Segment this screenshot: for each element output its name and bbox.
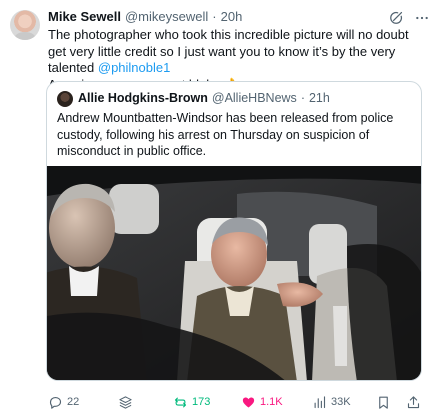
quoted-author-handle[interactable]: @AllieHBNews	[212, 91, 297, 105]
quoted-text: Andrew Mountbatten-Windsor has been rele…	[57, 111, 394, 158]
share-icon	[407, 395, 420, 408]
views-icon	[314, 395, 326, 408]
author-name[interactable]: Mike Sewell	[48, 9, 121, 24]
bookmark-icon	[379, 396, 388, 409]
grok-button[interactable]	[118, 393, 133, 411]
action-bar: 22 173 1.1K 33K	[48, 393, 430, 411]
bookmark-button[interactable]	[376, 393, 391, 411]
quoted-tweet[interactable]: Allie Hodgkins-Brown @AllieHBNews · 21h …	[46, 81, 422, 381]
reply-button[interactable]: 22	[48, 393, 79, 411]
like-button[interactable]: 1.1K	[241, 393, 283, 411]
mention-link[interactable]: @philnoble1	[98, 60, 170, 75]
views-count: 33K	[331, 396, 351, 408]
quoted-separator: ·	[300, 91, 305, 105]
timestamp[interactable]: 20h	[221, 9, 243, 24]
quoted-author-name[interactable]: Allie Hodgkins-Brown	[78, 91, 208, 105]
quoted-avatar[interactable]	[57, 91, 73, 107]
repost-button[interactable]: 173	[173, 393, 210, 411]
avatar[interactable]	[10, 10, 40, 40]
car-interior-photo	[47, 166, 421, 380]
quoted-header: Allie Hodgkins-Brown @AllieHBNews · 21h	[78, 91, 330, 105]
quoted-timestamp[interactable]: 21h	[309, 91, 330, 105]
separator: ·	[212, 9, 217, 24]
grok-icon	[119, 395, 132, 409]
quoted-photo[interactable]	[47, 166, 421, 380]
grok-icon[interactable]	[388, 10, 404, 26]
like-icon	[242, 397, 255, 407]
author-handle[interactable]: @mikeysewell	[125, 9, 208, 24]
repost-icon	[174, 397, 187, 407]
repost-count: 173	[192, 396, 211, 408]
tweet-header: Mike Sewell @mikeysewell · 20h	[48, 9, 242, 24]
reply-count: 22	[67, 396, 80, 408]
reply-icon	[49, 396, 62, 409]
share-button[interactable]	[406, 393, 421, 411]
views-button[interactable]: 33K	[312, 393, 351, 411]
tweet[interactable]: Mike Sewell @mikeysewell · 20h The photo…	[0, 0, 436, 420]
more-icon[interactable]	[414, 10, 430, 26]
like-count: 1.1K	[260, 396, 283, 408]
